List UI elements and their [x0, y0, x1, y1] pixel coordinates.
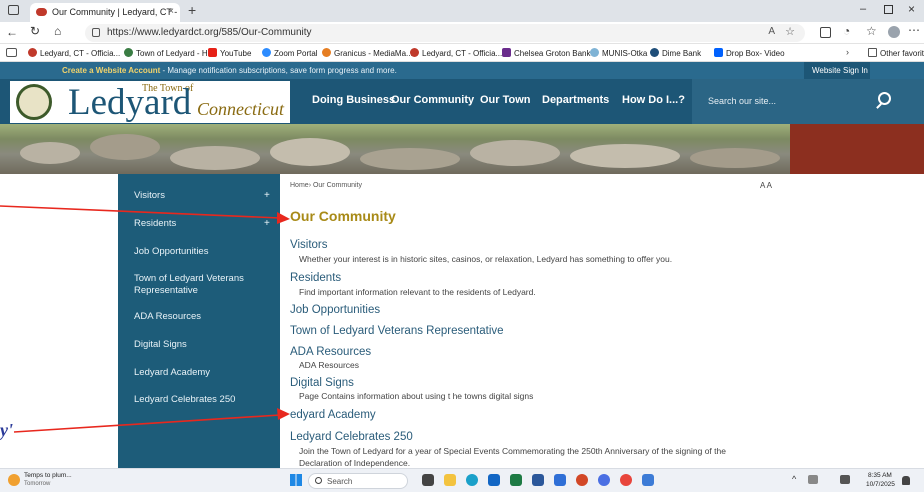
tray-volume-icon[interactable]	[840, 475, 850, 484]
feather-icon[interactable]	[642, 474, 654, 486]
taskbar-search-icon	[315, 477, 322, 484]
task-view-icon[interactable]	[422, 474, 434, 486]
annotation-arrow-2	[13, 414, 281, 433]
weather-sub: Tomorrow	[24, 481, 51, 487]
edge-icon[interactable]	[466, 474, 478, 486]
taskbar-search[interactable]: Search	[308, 473, 408, 489]
windows-taskbar: Temps to plum... Tomorrow Search ^ 8:35 …	[0, 468, 924, 492]
weather-icon[interactable]	[8, 474, 20, 486]
file-explorer-icon[interactable]	[444, 474, 456, 486]
excel-icon[interactable]	[510, 474, 522, 486]
start-windows-icon[interactable]	[290, 474, 302, 486]
annotation-arrowhead-2	[277, 408, 290, 420]
annotation-glyph: y'	[0, 420, 13, 440]
clock-date[interactable]: 10/7/2025	[866, 481, 895, 488]
annotation-arrowhead-1	[277, 212, 290, 224]
annotation-arrows	[0, 205, 290, 433]
app-icon[interactable]	[532, 474, 544, 486]
annotation-arrow-1	[0, 205, 281, 219]
powerpoint-icon[interactable]	[576, 474, 588, 486]
tray-network-icon[interactable]	[808, 475, 818, 484]
tray-overflow-icon[interactable]: ^	[792, 474, 796, 484]
weather-title: Temps to plum...	[24, 472, 72, 479]
clock-time[interactable]: 8:35 AM	[868, 472, 892, 479]
chrome-icon[interactable]	[620, 474, 632, 486]
zoom-taskbar-icon[interactable]	[598, 474, 610, 486]
outlook-icon[interactable]	[488, 474, 500, 486]
word-icon[interactable]	[554, 474, 566, 486]
notification-bell-icon[interactable]	[902, 476, 910, 485]
